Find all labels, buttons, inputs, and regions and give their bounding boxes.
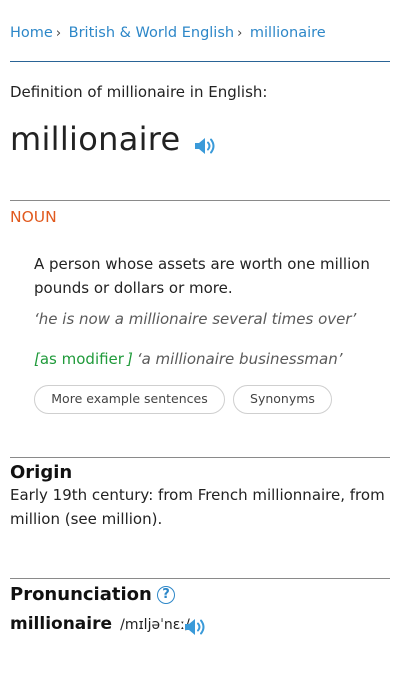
pronunciation-heading: Pronunciation bbox=[10, 584, 152, 605]
more-examples-button[interactable]: More example sentences bbox=[34, 385, 225, 414]
modifier-example-text: ‘a millionaire businessman’ bbox=[136, 350, 343, 368]
modifier-example: [as modifier] ‘a millionaire businessman’ bbox=[34, 350, 343, 368]
breadcrumb-section[interactable]: British & World English bbox=[69, 25, 234, 41]
example-sentence: ‘he is now a millionaire several times o… bbox=[34, 310, 357, 328]
headword: millionaire bbox=[10, 120, 181, 158]
speaker-icon[interactable] bbox=[194, 136, 218, 156]
section-divider bbox=[10, 457, 390, 458]
breadcrumb: Home › British & World English › millionai… bbox=[10, 25, 326, 41]
breadcrumb-separator: › bbox=[55, 26, 62, 41]
definition-of-label: Definition of millionaire in English: bbox=[10, 83, 268, 101]
ipa-transcription: /mɪljəˈnɛː/ bbox=[120, 617, 190, 633]
section-divider bbox=[10, 578, 390, 579]
modifier-label[interactable]: as modifier bbox=[40, 350, 124, 368]
section-divider bbox=[10, 200, 390, 201]
breadcrumb-home[interactable]: Home bbox=[10, 25, 53, 41]
definition-text: A person whose assets are worth one mill… bbox=[34, 255, 370, 297]
breadcrumb-separator: › bbox=[237, 26, 243, 41]
speaker-icon[interactable] bbox=[184, 617, 208, 637]
pronunciation-row: millionaire /mɪljəˈnɛː/ bbox=[10, 614, 190, 634]
breadcrumb-current[interactable]: millionaire bbox=[250, 25, 326, 41]
part-of-speech: NOUN bbox=[10, 208, 57, 226]
help-icon[interactable]: ? bbox=[157, 586, 175, 604]
modifier-bracket-close: ] bbox=[126, 350, 133, 368]
synonyms-button[interactable]: Synonyms bbox=[233, 385, 332, 414]
pronunciation-word: millionaire bbox=[10, 614, 113, 634]
header-divider bbox=[10, 61, 390, 62]
origin-heading: Origin bbox=[10, 462, 73, 483]
origin-text: Early 19th century: from French millionn… bbox=[10, 486, 385, 528]
